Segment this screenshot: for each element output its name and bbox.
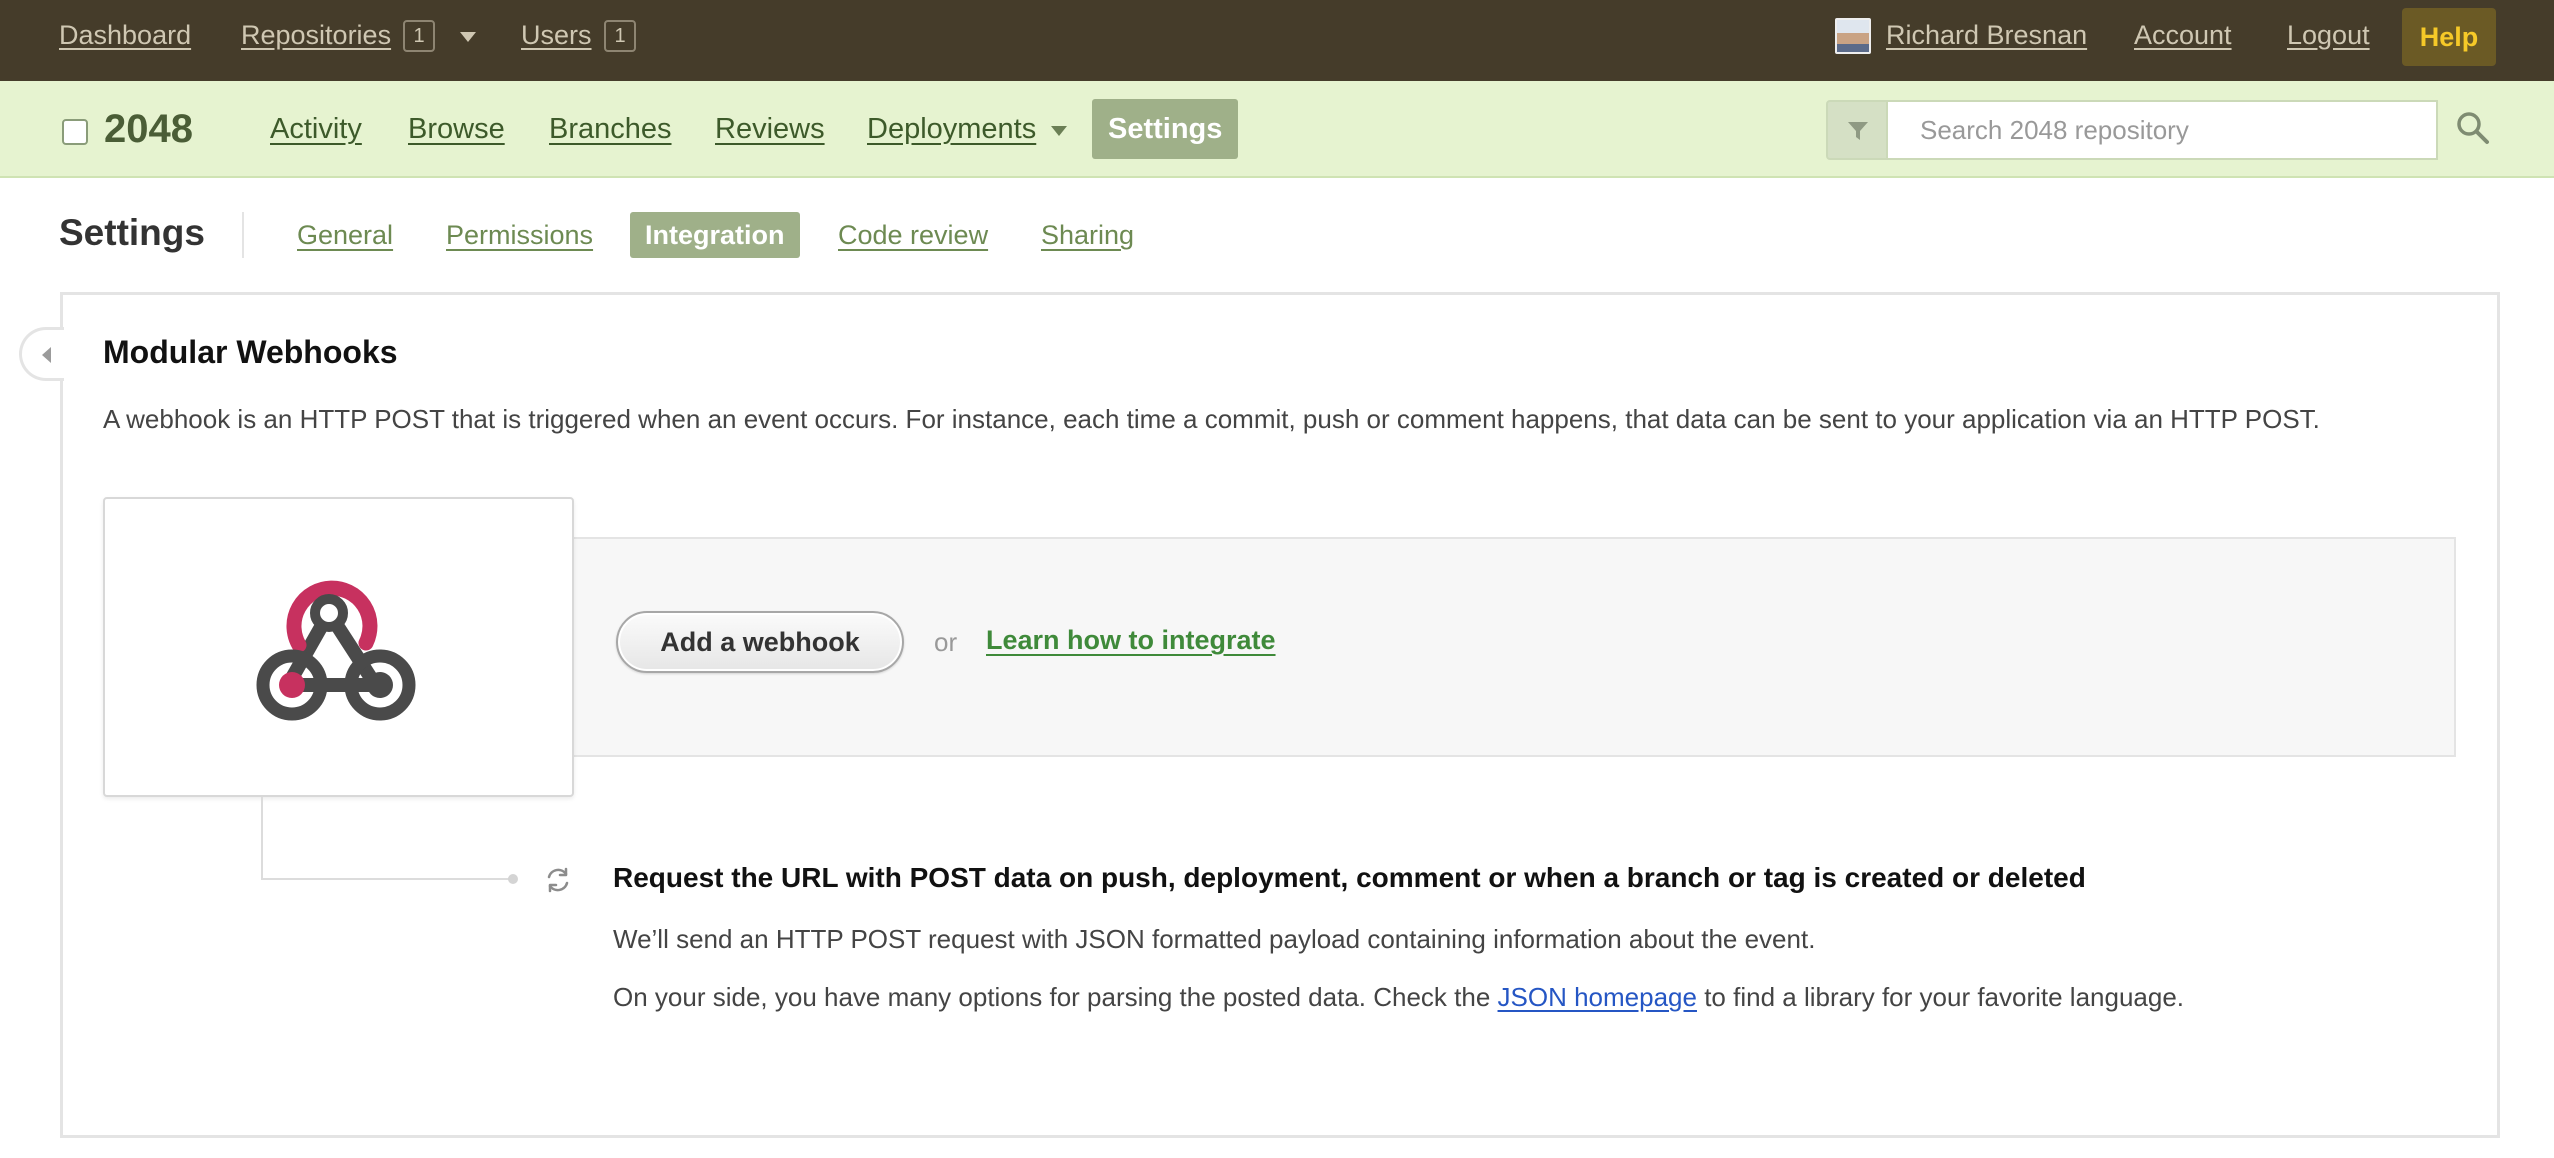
event-parsing-text-after: to find a library for your favorite lang… <box>1696 982 2185 1012</box>
filter-icon <box>1848 122 1868 140</box>
add-webhook-button[interactable]: Add a webhook <box>616 611 904 673</box>
event-description-line: We’ll send an HTTP POST request with JSO… <box>613 924 1816 954</box>
deployments-dropdown-caret-icon[interactable] <box>1051 126 1067 136</box>
event-title: Request the URL with POST data on push, … <box>613 862 2086 893</box>
json-homepage-link[interactable]: JSON homepage <box>1498 982 1697 1012</box>
repo-nav-settings[interactable]: Settings <box>1092 99 1239 159</box>
help-button[interactable]: Help <box>2402 8 2496 66</box>
user-name-link[interactable]: Richard Bresnan <box>1886 20 2087 51</box>
tab-code-review[interactable]: Code review <box>838 220 988 251</box>
connector-dot <box>508 874 518 884</box>
or-separator: or <box>934 627 958 657</box>
webhooks-title: Modular Webhooks <box>103 334 398 370</box>
repository-search-input[interactable] <box>1886 100 2438 160</box>
webhooks-description: A webhook is an HTTP POST that is trigge… <box>103 404 2320 434</box>
chevron-left-icon <box>42 347 51 363</box>
connector-line-vertical <box>261 797 263 880</box>
user-avatar[interactable] <box>1835 18 1871 54</box>
repo-nav-deployments[interactable]: Deployments <box>867 113 1036 146</box>
repositories-count-badge: 1 <box>403 20 435 52</box>
repo-nav-reviews[interactable]: Reviews <box>715 113 825 146</box>
tab-integration[interactable]: Integration <box>630 212 800 258</box>
repo-nav-branches[interactable]: Branches <box>549 113 672 146</box>
users-count-badge: 1 <box>604 20 636 52</box>
account-link[interactable]: Account <box>2134 20 2232 51</box>
repository-name: 2048 <box>104 107 193 151</box>
top-navigation-bar: Dashboard Repositories 1 Users 1 Richard… <box>0 0 2554 81</box>
settings-divider <box>242 212 244 258</box>
filter-button[interactable] <box>1826 100 1888 160</box>
event-parsing-line: On your side, you have many options for … <box>613 982 2184 1013</box>
settings-page-title: Settings <box>59 212 205 253</box>
nav-users-link[interactable]: Users <box>521 20 592 51</box>
nav-repositories-link[interactable]: Repositories <box>241 20 391 51</box>
event-parsing-text-before: On your side, you have many options for … <box>613 982 1498 1012</box>
repositories-dropdown-caret-icon[interactable] <box>460 32 476 42</box>
webhook-logo-card <box>103 497 574 797</box>
connector-line-horizontal <box>261 878 512 880</box>
tab-permissions[interactable]: Permissions <box>446 220 593 251</box>
collapse-sidebar-button[interactable] <box>19 327 64 381</box>
webhook-logo-icon <box>256 580 416 721</box>
repo-nav-activity[interactable]: Activity <box>270 113 362 146</box>
repo-nav-browse[interactable]: Browse <box>408 113 505 146</box>
refresh-icon <box>547 867 569 893</box>
nav-dashboard-link[interactable]: Dashboard <box>59 20 191 51</box>
search-icon[interactable] <box>2456 111 2490 145</box>
tab-general[interactable]: General <box>297 220 393 251</box>
logout-link[interactable]: Logout <box>2287 20 2370 51</box>
repository-checkbox[interactable] <box>62 119 88 145</box>
tab-sharing[interactable]: Sharing <box>1041 220 1134 251</box>
repository-bar: 2048 Activity Browse Branches Reviews De… <box>0 81 2554 178</box>
learn-how-to-integrate-link[interactable]: Learn how to integrate <box>986 625 1276 656</box>
